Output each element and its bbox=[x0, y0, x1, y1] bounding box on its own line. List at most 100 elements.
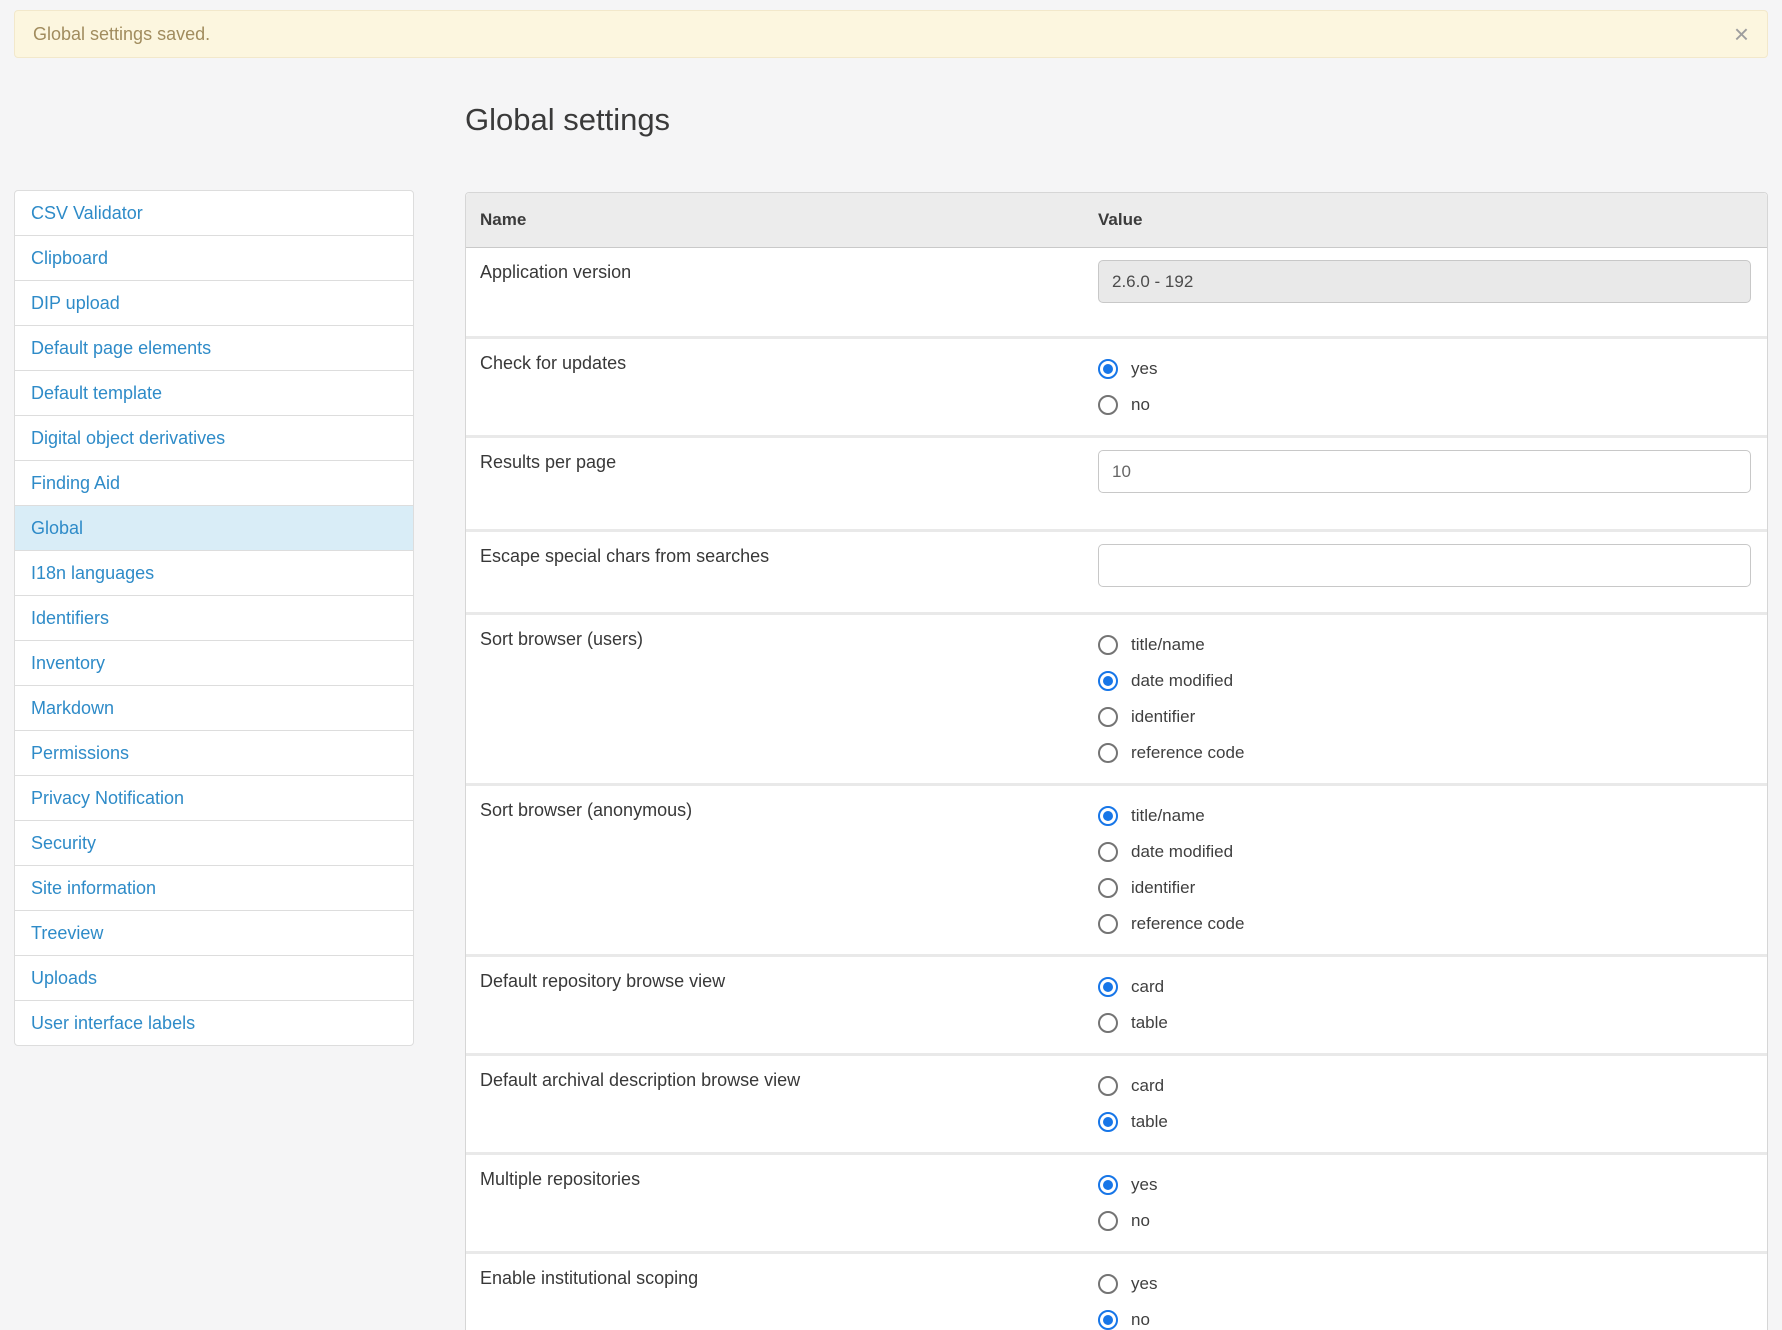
radio-selected-icon[interactable] bbox=[1098, 1112, 1118, 1132]
setting-value: yes no bbox=[1082, 339, 1767, 435]
radio-option[interactable]: table bbox=[1098, 1005, 1751, 1041]
table-header-row: Name Value bbox=[466, 193, 1767, 248]
radio-unselected-icon[interactable] bbox=[1098, 1076, 1118, 1096]
radio-unselected-icon[interactable] bbox=[1098, 1274, 1118, 1294]
setting-name: Results per page bbox=[466, 438, 1082, 529]
sidebar-item-i18n-languages[interactable]: I18n languages bbox=[15, 550, 413, 595]
text-field[interactable] bbox=[1098, 450, 1751, 493]
settings-table: Name Value Application versionCheck for … bbox=[465, 192, 1768, 1330]
radio-label: date modified bbox=[1131, 842, 1233, 862]
radio-option[interactable]: identifier bbox=[1098, 699, 1751, 735]
table-body: Application versionCheck for updatesyesn… bbox=[466, 248, 1767, 1330]
setting-value: card table bbox=[1082, 957, 1767, 1053]
radio-label: card bbox=[1131, 1076, 1164, 1096]
radio-label: no bbox=[1131, 1211, 1150, 1231]
setting-value: title/name date modified identifier referen… bbox=[1082, 786, 1767, 954]
table-row: Results per page bbox=[466, 435, 1767, 529]
sidebar-item-clipboard[interactable]: Clipboard bbox=[15, 235, 413, 280]
setting-value bbox=[1082, 248, 1767, 336]
radio-unselected-icon[interactable] bbox=[1098, 395, 1118, 415]
column-header-name: Name bbox=[466, 193, 1082, 247]
radio-label: reference code bbox=[1131, 914, 1244, 934]
radio-unselected-icon[interactable] bbox=[1098, 1013, 1118, 1033]
table-row: Default repository browse view card table bbox=[466, 954, 1767, 1053]
radio-label: date modified bbox=[1131, 671, 1233, 691]
radio-unselected-icon[interactable] bbox=[1098, 707, 1118, 727]
radio-label: identifier bbox=[1131, 878, 1195, 898]
setting-name: Multiple repositories bbox=[466, 1155, 1082, 1251]
setting-value bbox=[1082, 438, 1767, 529]
table-row: Sort browser (anonymous)title/namedate m… bbox=[466, 783, 1767, 954]
radio-selected-icon[interactable] bbox=[1098, 977, 1118, 997]
radio-unselected-icon[interactable] bbox=[1098, 914, 1118, 934]
table-row: Escape special chars from searches bbox=[466, 529, 1767, 612]
table-row: Enable institutional scopingyesno bbox=[466, 1251, 1767, 1330]
radio-option[interactable]: no bbox=[1098, 1302, 1751, 1330]
column-header-value: Value bbox=[1082, 193, 1767, 247]
radio-unselected-icon[interactable] bbox=[1098, 842, 1118, 862]
radio-option[interactable]: reference code bbox=[1098, 906, 1751, 942]
table-row: Default archival description browse view… bbox=[466, 1053, 1767, 1152]
radio-selected-icon[interactable] bbox=[1098, 1175, 1118, 1195]
radio-option[interactable]: yes bbox=[1098, 1266, 1751, 1302]
radio-option[interactable]: card bbox=[1098, 1068, 1751, 1104]
radio-selected-icon[interactable] bbox=[1098, 671, 1118, 691]
page-title: Global settings bbox=[465, 98, 1768, 141]
table-row: Application version bbox=[466, 248, 1767, 336]
sidebar-item-markdown[interactable]: Markdown bbox=[15, 685, 413, 730]
sidebar-item-privacy-notification[interactable]: Privacy Notification bbox=[15, 775, 413, 820]
radio-option[interactable]: no bbox=[1098, 1203, 1751, 1239]
radio-option[interactable]: no bbox=[1098, 387, 1751, 423]
sidebar-item-uploads[interactable]: Uploads bbox=[15, 955, 413, 1000]
radio-label: table bbox=[1131, 1013, 1168, 1033]
radio-option[interactable]: title/name bbox=[1098, 627, 1751, 663]
radio-option[interactable]: table bbox=[1098, 1104, 1751, 1140]
radio-option[interactable]: date modified bbox=[1098, 834, 1751, 870]
setting-value: card table bbox=[1082, 1056, 1767, 1152]
radio-selected-icon[interactable] bbox=[1098, 359, 1118, 379]
sidebar-item-site-information[interactable]: Site information bbox=[15, 865, 413, 910]
sidebar-item-inventory[interactable]: Inventory bbox=[15, 640, 413, 685]
radio-label: yes bbox=[1131, 1175, 1157, 1195]
sidebar-item-security[interactable]: Security bbox=[15, 820, 413, 865]
radio-option[interactable]: reference code bbox=[1098, 735, 1751, 771]
close-icon[interactable]: × bbox=[1734, 21, 1749, 47]
sidebar-item-finding-aid[interactable]: Finding Aid bbox=[15, 460, 413, 505]
radio-selected-icon[interactable] bbox=[1098, 806, 1118, 826]
radio-label: no bbox=[1131, 395, 1150, 415]
sidebar-item-csv-validator[interactable]: CSV Validator bbox=[15, 191, 413, 235]
radio-option[interactable]: date modified bbox=[1098, 663, 1751, 699]
sidebar-item-user-interface-labels[interactable]: User interface labels bbox=[15, 1000, 413, 1045]
sidebar-item-dip-upload[interactable]: DIP upload bbox=[15, 280, 413, 325]
radio-option[interactable]: title/name bbox=[1098, 798, 1751, 834]
text-field[interactable] bbox=[1098, 544, 1751, 587]
radio-option[interactable]: identifier bbox=[1098, 870, 1751, 906]
table-row: Check for updatesyesno bbox=[466, 336, 1767, 435]
radio-selected-icon[interactable] bbox=[1098, 1310, 1118, 1330]
radio-unselected-icon[interactable] bbox=[1098, 878, 1118, 898]
radio-unselected-icon[interactable] bbox=[1098, 1211, 1118, 1231]
radio-label: reference code bbox=[1131, 743, 1244, 763]
sidebar-item-digital-object-derivatives[interactable]: Digital object derivatives bbox=[15, 415, 413, 460]
setting-name: Escape special chars from searches bbox=[466, 532, 1082, 612]
sidebar-item-treeview[interactable]: Treeview bbox=[15, 910, 413, 955]
radio-label: yes bbox=[1131, 359, 1157, 379]
sidebar-item-global[interactable]: Global bbox=[15, 505, 413, 550]
setting-name: Sort browser (users) bbox=[466, 615, 1082, 783]
sidebar-item-identifiers[interactable]: Identifiers bbox=[15, 595, 413, 640]
settings-sidebar: CSV ValidatorClipboardDIP uploadDefault … bbox=[14, 190, 414, 1046]
radio-unselected-icon[interactable] bbox=[1098, 635, 1118, 655]
radio-label: no bbox=[1131, 1310, 1150, 1330]
sidebar-item-default-template[interactable]: Default template bbox=[15, 370, 413, 415]
sidebar-item-default-page-elements[interactable]: Default page elements bbox=[15, 325, 413, 370]
radio-option[interactable]: card bbox=[1098, 969, 1751, 1005]
radio-label: identifier bbox=[1131, 707, 1195, 727]
radio-option[interactable]: yes bbox=[1098, 351, 1751, 387]
success-alert: Global settings saved. × bbox=[14, 10, 1768, 58]
sidebar-item-permissions[interactable]: Permissions bbox=[15, 730, 413, 775]
radio-option[interactable]: yes bbox=[1098, 1167, 1751, 1203]
content-layout: CSV ValidatorClipboardDIP uploadDefault … bbox=[0, 58, 1782, 1330]
setting-name: Default repository browse view bbox=[466, 957, 1082, 1053]
radio-unselected-icon[interactable] bbox=[1098, 743, 1118, 763]
setting-value bbox=[1082, 532, 1767, 612]
